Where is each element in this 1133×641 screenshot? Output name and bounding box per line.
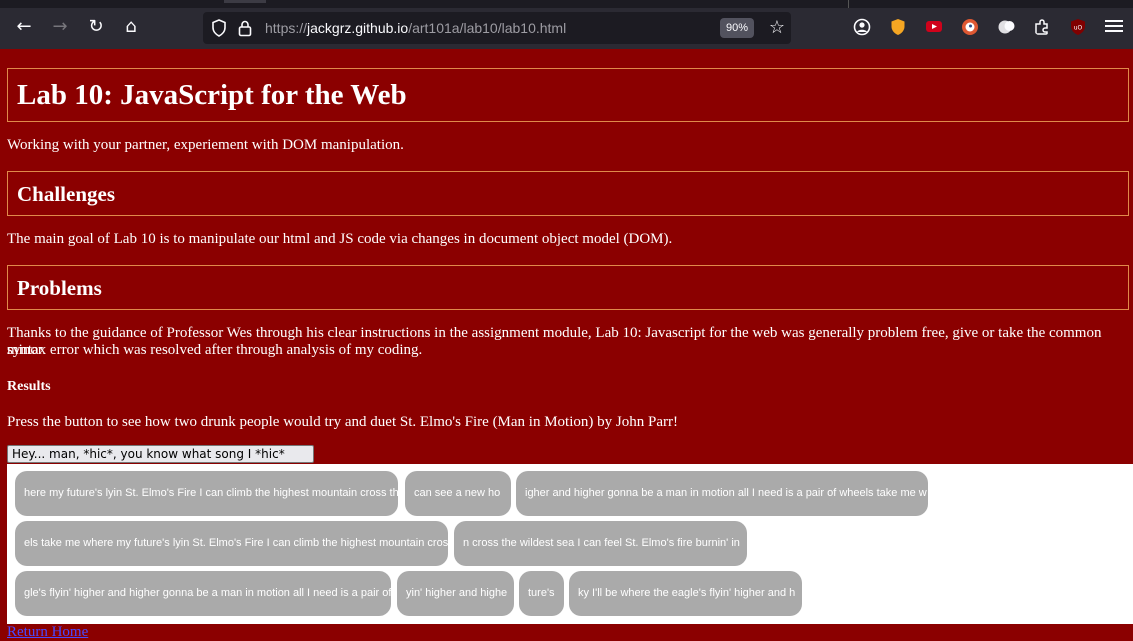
bookmark-star-icon[interactable]: ☆ <box>765 16 789 40</box>
reload-icon[interactable]: ↻ <box>84 15 108 39</box>
extensions-puzzle-icon[interactable] <box>1033 18 1051 36</box>
problems-heading: Problems <box>17 276 102 300</box>
home-icon[interactable]: ⌂ <box>119 15 143 39</box>
address-bar[interactable]: https://jackgrz.github.io/art101a/lab10/… <box>203 12 791 44</box>
cookie-extension-icon[interactable] <box>997 18 1015 36</box>
account-icon[interactable] <box>853 18 871 36</box>
back-arrow-icon[interactable]: ← <box>12 15 36 39</box>
browser-toolbar: ← → ↻ ⌂ https://jackgrz.github.io/art101… <box>0 0 1133 49</box>
tracking-protection-shield-icon[interactable] <box>211 19 227 37</box>
tab-strip <box>0 0 1133 8</box>
svg-text:uO: uO <box>1074 25 1083 32</box>
zoom-level-badge[interactable]: 90% <box>720 18 754 38</box>
shield-extension-icon[interactable] <box>889 18 907 36</box>
challenges-text: The main goal of Lab 10 is to manipulate… <box>7 231 673 247</box>
duet-button[interactable]: Hey... man, *hic*, you know what song I … <box>7 445 314 477</box>
title-box: Lab 10: JavaScript for the Web <box>7 68 1129 122</box>
youtube-extension-icon[interactable] <box>925 18 943 36</box>
url-text[interactable]: https://jackgrz.github.io/art101a/lab10/… <box>265 12 566 44</box>
lyric-chip: ture's <box>519 571 564 616</box>
challenges-box: Challenges <box>7 171 1129 216</box>
page-content: Lab 10: JavaScript for the Web Working w… <box>0 49 1133 640</box>
lyric-chip: yin' higher and highe <box>397 571 514 616</box>
lyric-chip: ky I'll be where the eagle's flyin' high… <box>569 571 802 616</box>
lyric-chip: n cross the wildest sea I can feel St. E… <box>454 521 747 566</box>
results-heading: Results <box>7 379 51 394</box>
challenges-heading: Challenges <box>17 182 116 206</box>
lyric-chip: igher and higher gonna be a man in motio… <box>516 471 928 516</box>
duckduckgo-extension-icon[interactable] <box>961 18 979 36</box>
problems-box: Problems <box>7 265 1129 310</box>
url-host: jackgrz.github.io <box>307 20 409 36</box>
ublock-origin-icon[interactable]: uO <box>1069 18 1087 36</box>
lyric-chip: can see a new ho <box>405 471 511 516</box>
lyric-chip: here my future's lyin St. Elmo's Fire I … <box>15 471 398 516</box>
forward-arrow-icon[interactable]: → <box>48 15 72 39</box>
lock-icon[interactable] <box>237 19 253 37</box>
hamburger-menu-icon[interactable] <box>1105 17 1123 35</box>
intro-text: Working with your partner, experiement w… <box>7 137 404 153</box>
lyric-chip: gle's flyin' higher and higher gonna be … <box>15 571 391 616</box>
page-title: Lab 10: JavaScript for the Web <box>17 79 407 111</box>
lyrics-output-area: here my future's lyin St. Elmo's Fire I … <box>7 464 1133 624</box>
active-tab[interactable] <box>224 0 266 3</box>
lyric-chip: els take me where my future's lyin St. E… <box>15 521 448 566</box>
problems-text-line2: syntax error which was resolved after th… <box>7 342 423 358</box>
results-text: Press the button to see how two drunk pe… <box>7 414 678 430</box>
return-home-link[interactable]: Return Home <box>7 624 88 641</box>
url-path: /art101a/lab10/lab10.html <box>408 20 567 36</box>
url-prefix: https:// <box>265 20 308 36</box>
tab-separator <box>848 0 849 8</box>
